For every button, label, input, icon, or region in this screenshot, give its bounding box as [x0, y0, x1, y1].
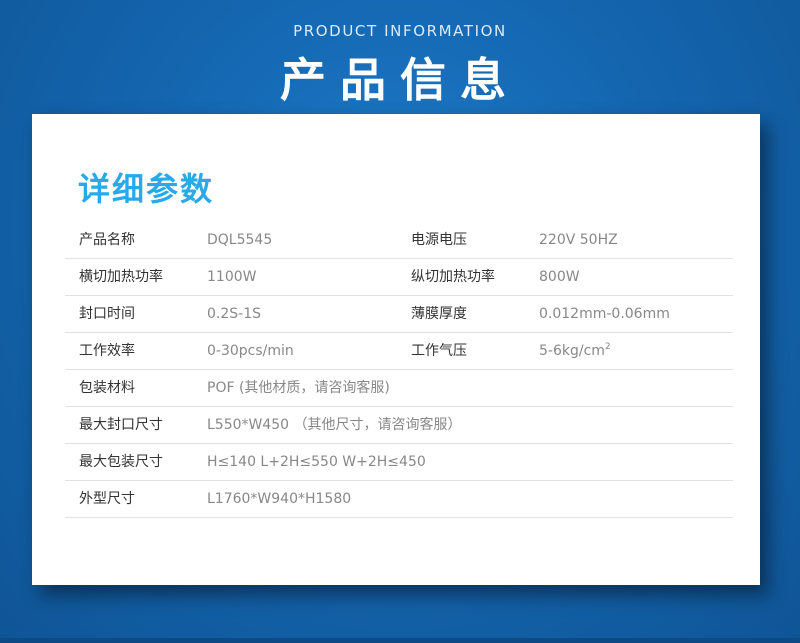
spec-label: 薄膜厚度 [411, 306, 467, 322]
spec-value: 0-30pcs/min [207, 343, 294, 359]
spec-label: 产品名称 [79, 232, 135, 248]
spec-card: 详细参数 产品名称 DQL5545 电源电压 220V 50HZ 横切加热功率 … [32, 114, 760, 585]
spec-row: 工作效率 0-30pcs/min 工作气压 5-6kg/cm2 [65, 333, 733, 370]
spec-row: 横切加热功率 1100W 纵切加热功率 800W [65, 259, 733, 296]
spec-value: 800W [539, 269, 580, 285]
superscript: 2 [604, 342, 611, 352]
spec-label: 工作气压 [411, 343, 467, 359]
header-english-title: PRODUCT INFORMATION [293, 22, 507, 40]
spec-value: 1100W [207, 269, 257, 285]
spec-value: L1760*W940*H1580 [207, 491, 352, 507]
spec-label: 横切加热功率 [79, 269, 163, 285]
spec-row: 包装材料 POF (其他材质，请咨询客服) [65, 370, 733, 407]
spec-label: 包装材料 [79, 380, 135, 396]
spec-label: 最大封口尺寸 [79, 417, 163, 433]
spec-label: 最大包装尺寸 [79, 454, 163, 470]
spec-value: 5-6kg/cm2 [539, 333, 611, 369]
spec-value: POF (其他材质，请咨询客服) [207, 380, 390, 396]
spec-table: 产品名称 DQL5545 电源电压 220V 50HZ 横切加热功率 1100W… [65, 222, 733, 518]
spec-value: DQL5545 [207, 232, 273, 248]
spec-row: 最大包装尺寸 H≤140 L+2H≤550 W+2H≤450 [65, 444, 733, 481]
spec-value: 220V 50HZ [539, 232, 618, 248]
spec-row: 封口时间 0.2S-1S 薄膜厚度 0.012mm-0.06mm [65, 296, 733, 333]
section-title: 详细参数 [78, 170, 215, 208]
spec-value-text: 5-6kg/cm [539, 343, 605, 359]
spec-value: 0.2S-1S [207, 306, 261, 322]
spec-value: L550*W450 （其他尺寸，请咨询客服） [207, 417, 462, 433]
spec-label: 封口时间 [79, 306, 135, 322]
spec-label: 电源电压 [411, 232, 467, 248]
spec-label: 外型尺寸 [79, 491, 135, 507]
spec-value: 0.012mm-0.06mm [539, 306, 670, 322]
spec-row: 产品名称 DQL5545 电源电压 220V 50HZ [65, 222, 733, 259]
spec-label: 工作效率 [79, 343, 135, 359]
header-chinese-title: 产品信息 [280, 53, 520, 107]
spec-row: 外型尺寸 L1760*W940*H1580 [65, 481, 733, 518]
spec-row: 最大封口尺寸 L550*W450 （其他尺寸，请咨询客服） [65, 407, 733, 444]
bottom-border [0, 638, 800, 643]
spec-label: 纵切加热功率 [411, 269, 495, 285]
spec-value: H≤140 L+2H≤550 W+2H≤450 [207, 454, 426, 470]
